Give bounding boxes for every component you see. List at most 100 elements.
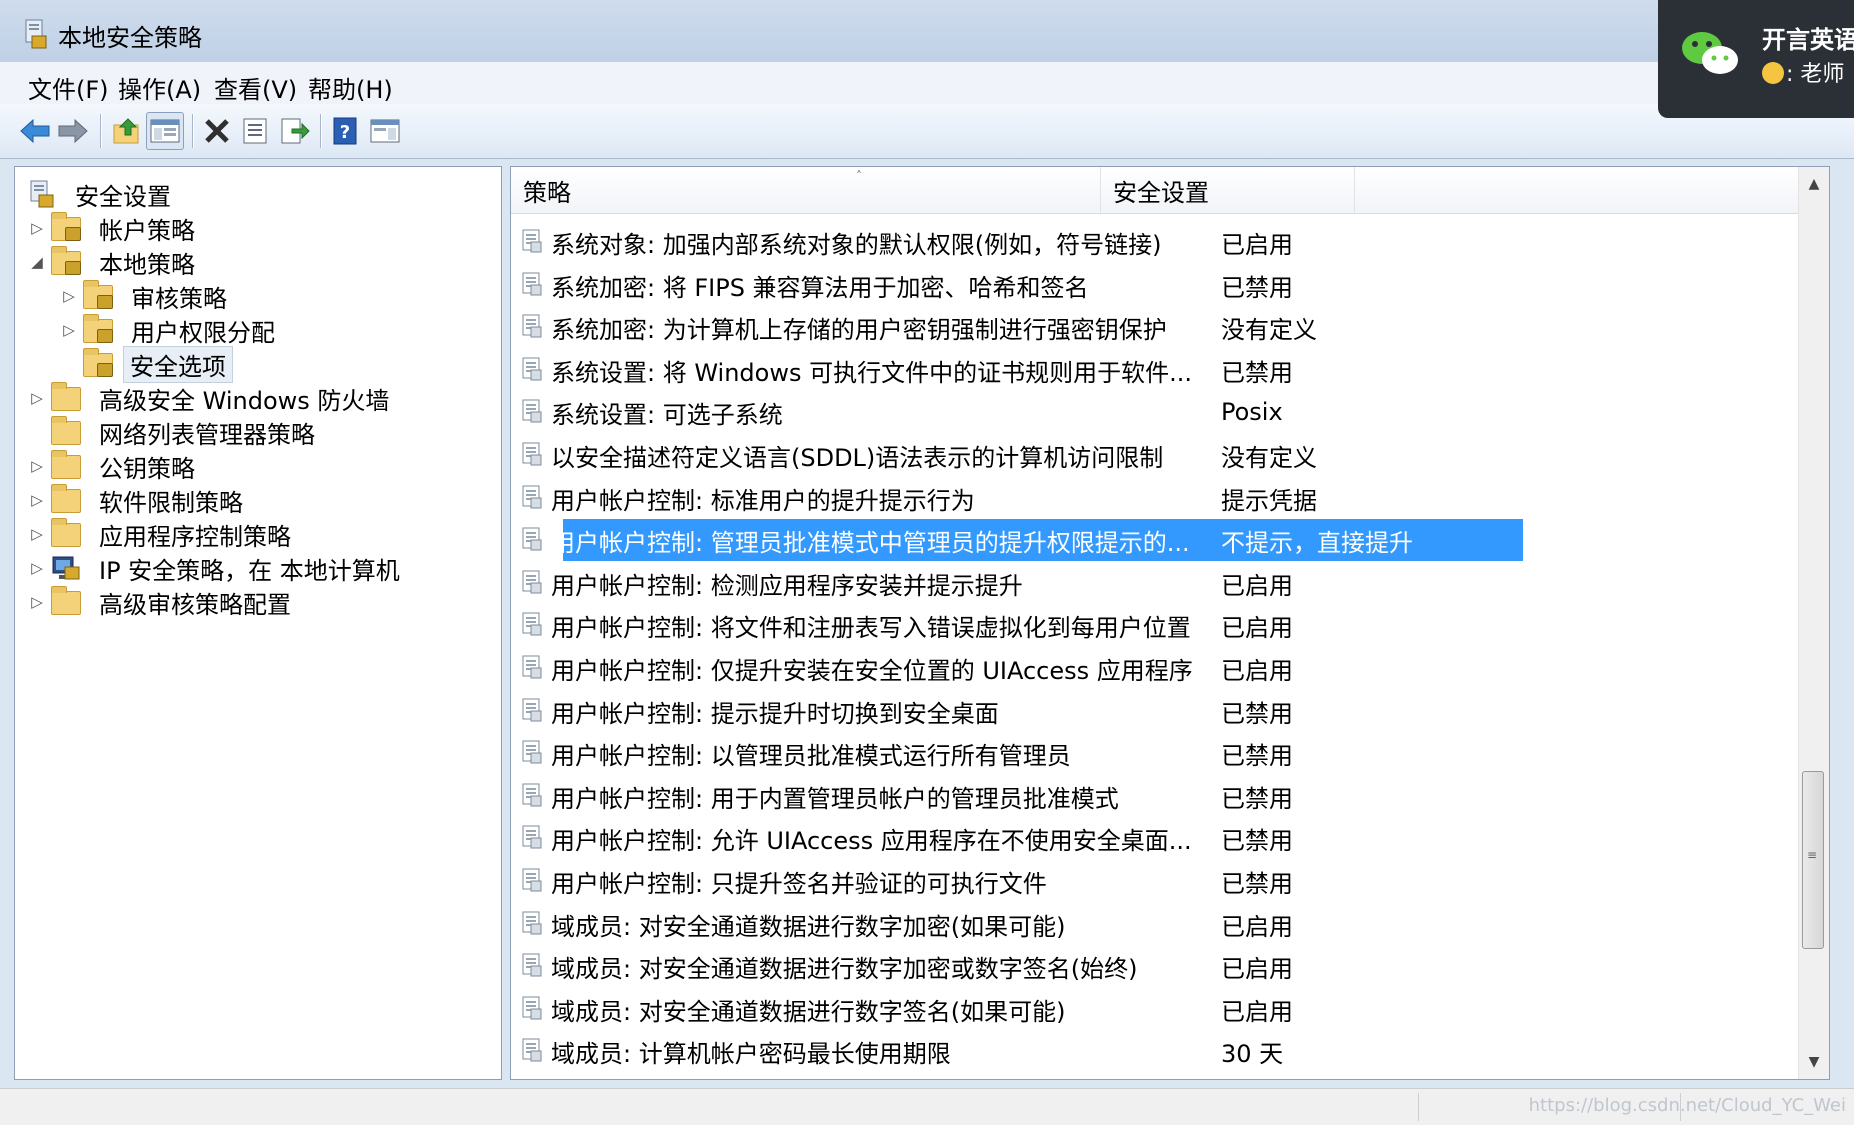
notification-popup[interactable]: 开言英语 : 老师: [1658, 0, 1854, 118]
tree-item-windows-firewall[interactable]: ▷ 高级安全 Windows 防火墙: [27, 379, 397, 417]
tree-item-advanced-audit[interactable]: ▷ 高级审核策略配置: [27, 583, 299, 621]
tree-item-audit-policy[interactable]: ▷ 审核策略: [59, 277, 235, 315]
tree-root-security-settings[interactable]: 安全设置: [23, 175, 179, 213]
policy-name: 系统加密: 为计算机上存储的用户密钥强制进行强密钥保护: [551, 315, 1167, 344]
policy-row[interactable]: 域成员: 对安全通道数据进行数字加密(如果可能) 已启用: [521, 903, 1293, 945]
policy-row[interactable]: 系统加密: 为计算机上存储的用户密钥强制进行强密钥保护 没有定义: [521, 306, 1317, 348]
expand-arrow-icon[interactable]: ▷: [27, 457, 47, 475]
folder-icon: [51, 484, 83, 515]
policy-row[interactable]: 域成员: 计算机帐户密码最长使用期限 30 天: [521, 1030, 1283, 1072]
show-hide-tree-icon[interactable]: [146, 112, 184, 150]
policy-setting-value: 已启用: [1221, 230, 1293, 259]
policy-row[interactable]: 用户帐户控制: 允许 UIAccess 应用程序在不使用安全桌面... 已禁用: [521, 817, 1293, 859]
policy-setting-icon: [521, 271, 545, 299]
column-header-policy[interactable]: 策略 ˄: [511, 167, 1101, 213]
policy-row[interactable]: 域成员: 对安全通道数据进行数字加密或数字签名(始终) 已启用: [521, 945, 1293, 987]
policy-row[interactable]: 系统加密: 将 FIPS 兼容算法用于加密、哈希和签名 已禁用: [521, 264, 1293, 306]
collapse-arrow-icon[interactable]: ◢: [27, 253, 47, 271]
policy-row[interactable]: 用户帐户控制: 提示提升时切换到安全桌面 已禁用: [521, 690, 1293, 732]
policy-row[interactable]: 域成员: 禁用计算机帐户密码更改已禁用: [521, 1073, 1211, 1079]
tree-pane[interactable]: 安全设置 ▷ 帐户策略 ◢ 本地策略 ▷ 审核策略 ▷ 用户权限分配 安全选项: [14, 166, 502, 1080]
expand-arrow-icon[interactable]: ▷: [27, 559, 47, 577]
show-hide-action-pane-icon[interactable]: [366, 112, 404, 150]
title-bar[interactable]: 本地安全策略: [0, 0, 1854, 62]
policy-setting-value: 没有定义: [1221, 443, 1317, 472]
policy-setting-icon: [521, 1037, 545, 1065]
policy-row[interactable]: 用户帐户控制: 仅提升安装在安全位置的 UIAccess 应用程序 已启用: [521, 647, 1293, 689]
expand-arrow-icon[interactable]: ▷: [27, 525, 47, 543]
policy-row[interactable]: 用户帐户控制: 管理员批准模式中管理员的提升权限提示的... 不提示，直接提升: [521, 519, 1523, 561]
policy-row[interactable]: 用户帐户控制: 用于内置管理员帐户的管理员批准模式 已禁用: [521, 775, 1293, 817]
column-header-setting[interactable]: 安全设置: [1101, 167, 1355, 213]
tree-item-user-rights-assignment[interactable]: ▷ 用户权限分配: [59, 311, 283, 349]
expand-arrow-icon[interactable]: ▷: [59, 287, 79, 305]
policy-setting-value: 已禁用: [1221, 826, 1293, 855]
scroll-down-arrow-icon[interactable]: ▼: [1799, 1047, 1829, 1077]
back-icon[interactable]: [16, 112, 54, 150]
export-list-icon[interactable]: [276, 112, 314, 150]
tree-label: 审核策略: [131, 284, 227, 313]
window-title: 本地安全策略: [58, 24, 202, 52]
policy-row[interactable]: 域成员: 对安全通道数据进行数字签名(如果可能) 已启用: [521, 988, 1293, 1030]
tree-item-ip-security[interactable]: ▷ IP 安全策略，在 本地计算机: [27, 549, 408, 587]
locked-folder-icon: [83, 314, 115, 345]
policy-setting-value: 已启用: [1221, 912, 1293, 941]
tree-item-account-policies[interactable]: ▷ 帐户策略: [27, 209, 203, 247]
menu-help[interactable]: 帮助(H): [302, 68, 399, 107]
policy-name: 域成员: 对安全通道数据进行数字签名(如果可能): [551, 997, 1066, 1026]
policy-name: 域成员: 计算机帐户密码最长使用期限: [551, 1039, 951, 1068]
expand-arrow-icon[interactable]: ▷: [27, 491, 47, 509]
notification-title: 开言英语: [1762, 26, 1854, 54]
policy-row[interactable]: 用户帐户控制: 只提升签名并验证的可执行文件 已禁用: [521, 860, 1293, 902]
properties-icon[interactable]: [236, 112, 274, 150]
policy-setting-icon: [521, 952, 545, 980]
policy-row[interactable]: 用户帐户控制: 标准用户的提升提示行为 提示凭据: [521, 477, 1317, 519]
menu-bar: 文件(F) 操作(A) 查看(V) 帮助(H): [0, 62, 1854, 104]
menu-view[interactable]: 查看(V): [208, 68, 303, 107]
forward-icon[interactable]: [54, 112, 92, 150]
help-icon[interactable]: ?: [326, 112, 364, 150]
menu-file[interactable]: 文件(F): [22, 68, 115, 107]
toolbar-separator: [320, 114, 322, 148]
policy-row[interactable]: 用户帐户控制: 以管理员批准模式运行所有管理员 已禁用: [521, 732, 1293, 774]
up-folder-icon[interactable]: [108, 112, 146, 150]
scrollbar-thumb[interactable]: ≡: [1802, 771, 1824, 949]
policy-list-pane[interactable]: 策略 ˄ 安全设置 系统对象: 加强内部系统对象的默认权限(例如，符号链接) 已启…: [510, 166, 1830, 1080]
status-bar: https://blog.csdn.net/Cloud_YC_Wei: [0, 1088, 1854, 1125]
policy-setting-value: 已启用: [1221, 954, 1293, 983]
policy-setting-value: 已禁用: [1221, 699, 1293, 728]
policy-setting-value: 已禁用: [1221, 358, 1293, 387]
policy-name: 用户帐户控制: 仅提升安装在安全位置的 UIAccess 应用程序: [551, 656, 1193, 685]
expand-arrow-icon[interactable]: ▷: [27, 593, 47, 611]
policy-setting-value: 已禁用: [1221, 784, 1293, 813]
tree-item-local-policies[interactable]: ◢ 本地策略: [27, 243, 203, 281]
vertical-scrollbar[interactable]: ▲ ≡ ▼: [1798, 167, 1829, 1079]
tree-item-public-key-policies[interactable]: ▷ 公钥策略: [27, 447, 203, 485]
expand-arrow-icon[interactable]: ▷: [59, 321, 79, 339]
policy-setting-value: 已禁用: [1221, 1077, 1293, 1080]
policy-row[interactable]: 系统设置: 可选子系统 Posix: [521, 391, 1283, 433]
column-header-label: 策略: [523, 178, 571, 207]
policy-row[interactable]: 用户帐户控制: 检测应用程序安装并提示提升 已启用: [521, 562, 1293, 604]
policy-row[interactable]: 系统设置: 将 Windows 可执行文件中的证书规则用于软件... 已禁用: [521, 349, 1293, 391]
policy-row[interactable]: 用户帐户控制: 将文件和注册表写入错误虚拟化到每用户位置 已启用: [521, 604, 1293, 646]
policy-setting-icon: [521, 739, 545, 767]
tree-item-application-control[interactable]: ▷ 应用程序控制策略: [27, 515, 299, 553]
tree-item-security-options[interactable]: 安全选项: [59, 345, 233, 383]
tree-item-software-restriction[interactable]: ▷ 软件限制策略: [27, 481, 251, 519]
policy-name: 用户帐户控制: 只提升签名并验证的可执行文件: [551, 869, 1047, 898]
app-icon: [22, 18, 50, 50]
folder-icon: [51, 416, 83, 447]
policy-row[interactable]: 系统对象: 加强内部系统对象的默认权限(例如，符号链接) 已启用: [521, 221, 1293, 263]
policy-row[interactable]: 以安全描述符定义语言(SDDL)语法表示的计算机访问限制 没有定义: [521, 434, 1317, 476]
expand-arrow-icon[interactable]: ▷: [27, 219, 47, 237]
expand-arrow-icon[interactable]: ▷: [27, 389, 47, 407]
tree-label: IP 安全策略，在 本地计算机: [99, 556, 400, 585]
delete-icon[interactable]: [198, 112, 236, 150]
tree-label: 应用程序控制策略: [99, 522, 291, 551]
tree-item-network-list-manager[interactable]: 网络列表管理器策略: [27, 413, 323, 451]
scroll-up-arrow-icon[interactable]: ▲: [1799, 169, 1829, 199]
policy-name: 用户帐户控制: 允许 UIAccess 应用程序在不使用安全桌面...: [551, 826, 1192, 855]
menu-action[interactable]: 操作(A): [112, 68, 207, 107]
policy-setting-icon: [521, 398, 545, 426]
